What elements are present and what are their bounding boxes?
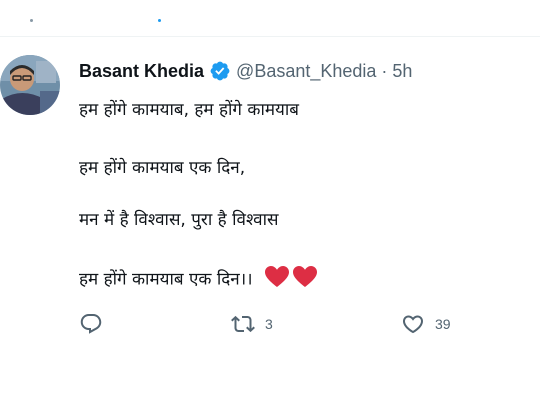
like-count: 39	[435, 316, 451, 332]
like-button[interactable]: 39	[401, 312, 451, 336]
timeline-top-strip	[0, 0, 540, 37]
like-icon	[402, 315, 424, 334]
verified-badge-icon	[209, 60, 231, 82]
tweet-header: Basant Khedia @Basant_Khedia · 5h	[79, 59, 412, 83]
tweet[interactable]: Basant Khedia @Basant_Khedia · 5h हम हों…	[0, 37, 540, 405]
tweet-text-line: हम होंगे कामयाब, हम होंगे कामयाब	[79, 100, 300, 120]
retweet-count: 3	[265, 316, 273, 332]
tweet-text-line: हम होंगे कामयाब एक दिन।।	[79, 269, 253, 290]
reply-button[interactable]	[79, 312, 113, 336]
tweet-text-line: मन में है विश्वास, पुरा है विश्वास	[79, 210, 279, 230]
separator-dot: ·	[381, 60, 388, 81]
tweet-text-line-last: हम होंगे कामयाब एक दिन।।	[79, 265, 519, 294]
retweet-icon	[231, 315, 255, 333]
author-handle[interactable]: @Basant_Khedia	[236, 61, 376, 82]
avatar[interactable]	[0, 55, 60, 115]
author-name[interactable]: Basant Khedia	[79, 61, 204, 82]
timestamp[interactable]: 5h	[392, 61, 412, 82]
reply-icon	[80, 314, 102, 334]
tweet-text-line: हम होंगे कामयाब एक दिन,	[79, 158, 246, 178]
indicator-dot	[158, 19, 161, 22]
tweet-actions: 3 39	[79, 312, 519, 336]
indicator-dot	[30, 19, 33, 22]
heart-emoji	[264, 265, 318, 294]
retweet-button[interactable]: 3	[231, 312, 273, 336]
